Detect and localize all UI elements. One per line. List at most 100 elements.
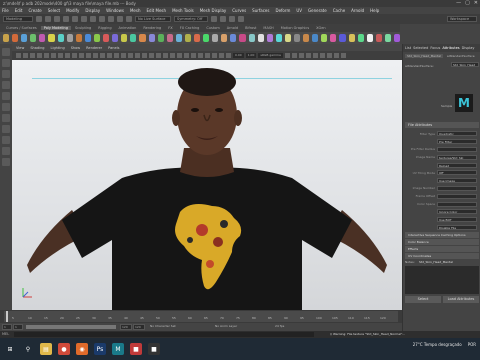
attr-tab-focus[interactable]: Focus (430, 46, 440, 50)
shelf-tab-xgen[interactable]: XGen (313, 26, 328, 30)
rotate-tool-icon[interactable] (2, 92, 10, 100)
menu-help[interactable]: Help (370, 8, 379, 13)
hypershade-icon[interactable] (238, 16, 244, 22)
shelf-tool-icon[interactable] (48, 34, 55, 42)
file-attributes-section[interactable]: File Attributes (405, 122, 479, 128)
shelf-tool-icon[interactable] (339, 34, 346, 42)
live-surface-field[interactable]: No Live Surface (135, 16, 171, 22)
shelf-tab-custom[interactable]: Custom (203, 26, 222, 30)
panel-menu-renderer[interactable]: Renderer (86, 46, 102, 50)
save-scene-icon[interactable] (54, 16, 60, 22)
menu-arnold[interactable]: Arnold (351, 8, 364, 13)
character-model[interactable] (12, 60, 402, 310)
panel-tool-icon[interactable] (291, 53, 297, 58)
attribute-value[interactable]: Use BOT (437, 217, 477, 223)
shelf-tool-icon[interactable] (12, 34, 19, 42)
collapsed-section[interactable]: Interactive Sequence Caching Options (405, 232, 479, 238)
windows-start-icon[interactable]: ⊞ (4, 343, 16, 355)
panel-tool-icon[interactable] (149, 53, 154, 58)
shelf-tool-icon[interactable] (230, 34, 237, 42)
range-start-field[interactable]: 1 (2, 324, 12, 330)
menu-generate[interactable]: Generate (308, 8, 327, 13)
panel-menu-shading[interactable]: Shading (30, 46, 44, 50)
shelf-tool-icon[interactable] (75, 34, 82, 42)
shelf-tab-fx[interactable]: FX (165, 26, 175, 30)
current-time-marker[interactable] (6, 311, 8, 322)
render-settings-icon[interactable] (229, 16, 235, 22)
mode-selector[interactable]: Modeling (3, 16, 33, 22)
shelf-tool-icon[interactable] (375, 34, 382, 42)
shelf-tool-icon[interactable] (39, 34, 46, 42)
shelf-tool-icon[interactable] (166, 34, 173, 42)
shelf-tab-poly-modeling[interactable]: Poly Modeling (40, 26, 71, 30)
file-explorer-icon[interactable]: ▤ (40, 343, 52, 355)
range-playback-end-field[interactable]: 120 (120, 324, 132, 330)
menu-windows[interactable]: Windows (106, 8, 124, 13)
language-indicator[interactable]: POR (468, 342, 476, 347)
panel-tool-icon[interactable] (170, 53, 175, 58)
panel-tool-icon[interactable] (205, 53, 210, 58)
panel-tool-icon[interactable] (212, 53, 217, 58)
fps-label[interactable]: 24 fps (275, 324, 284, 328)
attribute-value[interactable] (437, 193, 477, 199)
chrome-icon[interactable]: ● (58, 343, 70, 355)
panel-tool-icon[interactable] (79, 53, 84, 58)
attribute-value[interactable] (437, 146, 477, 152)
attribute-value[interactable]: Ignore Color (437, 209, 477, 215)
command-input[interactable] (14, 332, 314, 337)
panel-menu-show[interactable]: Show (71, 46, 80, 50)
symmetry-field[interactable]: Symmetry: Off (174, 16, 208, 22)
shelf-tab-curves-surfaces[interactable]: Curves / Surfaces (3, 26, 40, 30)
shelf-tab-motion-graphics[interactable]: Motion Graphics (278, 26, 312, 30)
panel-tool-icon[interactable] (198, 53, 203, 58)
move-tool-icon[interactable] (2, 81, 10, 89)
shelf-tool-icon[interactable] (66, 34, 73, 42)
snap-curve-icon[interactable] (117, 16, 123, 22)
shelf-tool-icon[interactable] (394, 34, 401, 42)
panel-tool-icon[interactable] (100, 53, 105, 58)
panel-tool-icon[interactable] (107, 53, 112, 58)
menu-surfaces[interactable]: Surfaces (252, 8, 269, 13)
menu-mesh-tools[interactable]: Mesh Tools (172, 8, 194, 13)
attribute-value[interactable]: Reload (437, 162, 477, 168)
outliner-icon[interactable] (2, 158, 10, 166)
shelf-tool-icon[interactable] (366, 34, 373, 42)
shelf-tool-icon[interactable] (193, 34, 201, 42)
range-end-field[interactable]: 120 (133, 324, 145, 330)
panel-tool-icon[interactable] (305, 53, 311, 58)
menu-file[interactable]: File (2, 8, 9, 13)
panel-tool-icon[interactable] (284, 53, 290, 58)
shelf-tool-icon[interactable] (384, 34, 392, 42)
photoshop-icon[interactable]: Ps (94, 343, 106, 355)
shelf-tab-sculpting[interactable]: Sculpting (72, 26, 94, 30)
panel-menu-panels[interactable]: Panels (108, 46, 119, 50)
shelf-tool-icon[interactable] (357, 34, 364, 42)
viewport[interactable] (12, 60, 402, 310)
shelf-tool-icon[interactable] (284, 34, 291, 42)
shelf-tool-icon[interactable] (21, 34, 28, 42)
panel-tool-icon[interactable] (333, 53, 339, 58)
attribute-value[interactable]: Disable File (437, 224, 477, 230)
weather-text[interactable]: 27°C Tempo desgraçado (413, 342, 462, 347)
panel-tool-icon[interactable] (298, 53, 304, 58)
shelf-tab-animation[interactable]: Animation (116, 26, 140, 30)
shelf-tool-icon[interactable] (30, 34, 37, 42)
node-name-field[interactable]: Std_Skin_Head (451, 62, 479, 67)
panel-tool-icon[interactable] (226, 53, 231, 58)
shelf-tool-icon[interactable] (139, 34, 146, 42)
lasso-tool-icon[interactable] (2, 59, 10, 67)
paint-select-icon[interactable] (2, 70, 10, 78)
panel-tool-icon[interactable] (72, 53, 77, 58)
menu-edit[interactable]: Edit (15, 8, 23, 13)
range-bar[interactable] (26, 325, 116, 329)
close-button[interactable]: ✕ (474, 0, 478, 6)
scale-tool-icon[interactable] (2, 103, 10, 111)
shelf-tab-arnold[interactable]: Arnold (224, 26, 241, 30)
menu-select[interactable]: Select (48, 8, 60, 13)
attribute-value[interactable]: Pre Filter (437, 139, 477, 145)
four-view-icon[interactable] (2, 136, 10, 144)
menu-modify[interactable]: Modify (66, 8, 79, 13)
panel-tool-icon[interactable] (191, 53, 196, 58)
collapsed-section[interactable]: Effects (405, 246, 479, 252)
last-tool-icon[interactable] (2, 114, 10, 122)
